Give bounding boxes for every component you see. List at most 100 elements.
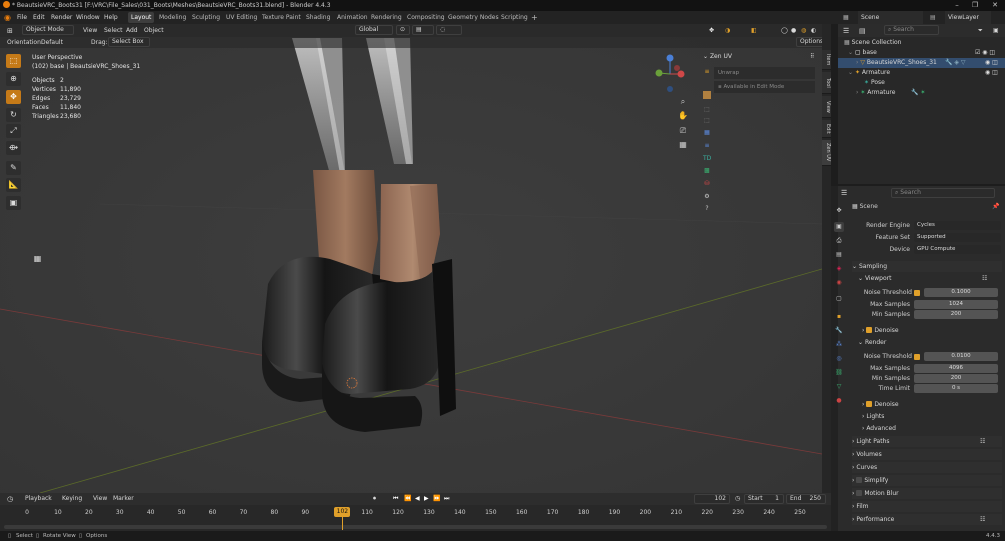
r-noise-threshold-field[interactable]: 0.0100 <box>924 352 998 361</box>
row-visibility-icons[interactable]: ☑ ◉ ◫ <box>975 48 995 58</box>
scale-tool-icon[interactable]: ⤢ <box>6 124 21 138</box>
tab-shading[interactable]: Shading <box>303 12 333 23</box>
menu-edit[interactable]: Edit <box>33 11 45 24</box>
r-time-limit-field[interactable]: 0 s <box>914 384 998 393</box>
scene-selector[interactable]: Scene <box>858 11 923 24</box>
preset-list-icon[interactable]: ☷ <box>980 436 985 447</box>
tab-scripting[interactable]: Scripting <box>498 12 531 23</box>
playhead-frame-label[interactable]: 102 <box>334 507 351 517</box>
overlay-icon[interactable]: ◑ <box>722 26 733 36</box>
menu-add[interactable]: Add <box>123 26 141 36</box>
zen-stack-icon[interactable]: ⛁ <box>703 180 711 188</box>
select-tool-icon[interactable]: ⬚ <box>6 54 21 68</box>
vp-min-samples-field[interactable]: 200 <box>914 310 998 319</box>
vp-max-samples-field[interactable]: 1024 <box>914 300 998 309</box>
zen-menu-icon[interactable]: ≡ <box>703 68 711 76</box>
add-workspace-icon[interactable]: + <box>528 12 541 23</box>
modifier-props-icon[interactable]: 🔧 <box>834 326 844 336</box>
particles-props-icon[interactable]: ⁂ <box>834 340 844 350</box>
output-props-icon[interactable]: ⎙ <box>834 236 844 246</box>
vp-noise-threshold-field[interactable]: 0.1000 <box>924 288 998 297</box>
collection-props-icon[interactable]: ▢ <box>834 294 844 304</box>
drag-selector[interactable]: Select Box <box>108 37 150 47</box>
menu-object[interactable]: Object <box>141 26 167 36</box>
end-frame-field[interactable]: End 250 <box>786 494 826 504</box>
blender-menu-icon[interactable]: ◉ <box>4 11 11 24</box>
zoom-icon[interactable]: ⌕ <box>677 96 689 108</box>
advanced-subpanel[interactable]: › Advanced <box>862 423 1002 434</box>
outliner-row-base[interactable]: ⌄ ▢ base ☑ ◉ ◫ <box>838 48 1005 58</box>
curves-panel[interactable]: › Curves <box>852 462 1002 473</box>
outliner-row-shoes[interactable]: › ▽ BeautsieVRC_Shoes_31 🔧 ◈ ▽ ◉ ◫ <box>838 58 1005 68</box>
row-visibility-icons[interactable]: ◉ ◫ <box>985 68 998 78</box>
film-panel[interactable]: › Film <box>852 501 1002 512</box>
zen-uv-header[interactable]: ⌄ Zen UV ⠿ <box>700 52 818 62</box>
tab-item[interactable]: Item <box>822 50 831 70</box>
menu-select[interactable]: Select <box>101 26 126 36</box>
camera-view-icon[interactable]: ⎚ <box>677 125 689 137</box>
close-icon[interactable]: ✕ <box>986 0 1004 11</box>
transform-tool-icon[interactable]: ⟴ <box>6 141 21 155</box>
minimize-icon[interactable]: – <box>948 0 966 11</box>
light-paths-panel[interactable]: › Light Paths ☷ <box>852 436 1002 447</box>
viewport-subpanel[interactable]: ⌄ Viewport ☷ <box>858 273 1002 284</box>
vp-denoise-subpanel[interactable]: › Denoise <box>862 325 1002 336</box>
constraint-props-icon[interactable]: ⛓ <box>834 368 844 378</box>
proportional-edit-icon[interactable]: ◌ <box>436 25 462 35</box>
start-frame-field[interactable]: Start 1 <box>744 494 784 504</box>
r-denoise-subpanel[interactable]: › Denoise <box>862 399 1002 410</box>
transform-orientation[interactable]: Global <box>355 25 393 35</box>
jump-end-icon[interactable]: ⏭ <box>441 494 452 504</box>
view-layer-icon[interactable]: ▤ <box>930 11 936 24</box>
ortho-toggle-icon[interactable]: ▦ <box>677 139 689 151</box>
properties-search[interactable]: ⌕ Search <box>891 188 995 198</box>
editor-type-icon[interactable]: ⊞ <box>4 26 16 36</box>
display-mode-icon[interactable]: ▤ <box>856 26 869 36</box>
rotate-tool-icon[interactable]: ↻ <box>6 108 21 122</box>
tab-uv-editing[interactable]: UV Editing <box>223 12 260 23</box>
r-max-samples-field[interactable]: 4096 <box>914 364 998 373</box>
new-collection-icon[interactable]: ▣ <box>990 26 1002 36</box>
measure-tool-icon[interactable]: 📐 <box>6 178 21 192</box>
outliner-editor-icon[interactable]: ☰ <box>840 26 852 36</box>
maximize-icon[interactable]: ❐ <box>966 0 984 11</box>
move-tool-icon[interactable]: ✥ <box>6 90 21 104</box>
outliner-row-scene-collection[interactable]: ▦ Scene Collection <box>838 38 1005 48</box>
add-cube-tool-icon[interactable]: ▣ <box>6 196 21 210</box>
cursor-tool-icon[interactable]: ⊕ <box>6 72 21 86</box>
material-props-icon[interactable]: ● <box>834 396 844 406</box>
sampling-panel[interactable]: ⌄ Sampling <box>852 261 1002 272</box>
tab-tool[interactable]: Tool <box>822 72 831 94</box>
timeline-scrollbar[interactable] <box>4 525 827 529</box>
collection-icon[interactable]: ▦ <box>30 252 45 266</box>
world-props-icon[interactable]: ◉ <box>834 278 844 288</box>
gizmo-icon[interactable]: ✥ <box>706 26 717 36</box>
tab-geometry-nodes[interactable]: Geometry Nodes <box>445 12 502 23</box>
pan-hand-icon[interactable]: ✋ <box>677 110 689 122</box>
tab-view[interactable]: View <box>822 96 831 118</box>
physics-props-icon[interactable]: ◎ <box>834 354 844 364</box>
scene-icon[interactable]: ▦ <box>843 11 849 24</box>
volumes-panel[interactable]: › Volumes <box>852 449 1002 460</box>
preset-list-icon[interactable]: ☷ <box>982 273 987 284</box>
3d-viewport[interactable]: ⊞ Object Mode View Select Add Object Glo… <box>0 24 822 493</box>
tab-edit[interactable]: Edit <box>822 120 831 138</box>
preset-list-icon[interactable]: ☷ <box>980 514 985 525</box>
annotate-tool-icon[interactable]: ✎ <box>6 161 21 175</box>
performance-panel[interactable]: › Performance ☷ <box>852 514 1002 525</box>
row-visibility-icons[interactable]: ◉ ◫ <box>985 58 998 68</box>
menu-playback[interactable]: Playback <box>22 494 55 504</box>
feature-set-dropdown[interactable]: Supported <box>914 233 1001 242</box>
axis-gizmo[interactable] <box>652 52 692 102</box>
menu-window[interactable]: Window <box>76 11 100 24</box>
zen-tool2-icon[interactable]: ⬚ <box>703 106 711 114</box>
shading-rendered-icon[interactable]: ◐ <box>808 26 819 36</box>
view-layer-selector[interactable]: ViewLayer <box>945 11 991 24</box>
tab-sculpting[interactable]: Sculpting <box>189 12 223 23</box>
tab-rendering[interactable]: Rendering <box>368 12 405 23</box>
lights-subpanel[interactable]: › Lights <box>862 411 1002 422</box>
tab-layout[interactable]: Layout <box>128 12 155 23</box>
scene-props-icon[interactable]: ◈ <box>834 264 844 274</box>
orientation-selector[interactable]: Default <box>38 38 84 48</box>
filter-icon[interactable]: ⏷ <box>975 26 986 36</box>
